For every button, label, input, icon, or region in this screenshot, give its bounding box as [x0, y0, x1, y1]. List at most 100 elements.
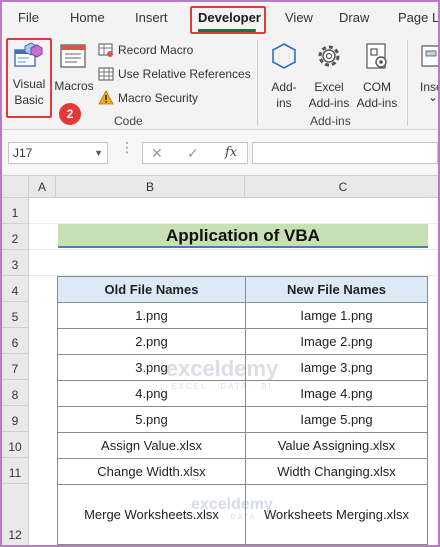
cancel-icon[interactable]: ✕	[151, 145, 163, 162]
row-header[interactable]: 8	[2, 380, 29, 406]
excel-add-ins-label-1: Excel	[314, 80, 344, 94]
tab-view[interactable]: View	[285, 10, 313, 25]
ribbon-panel: Visual Basic 2 Macros Record Macro Use R…	[2, 34, 439, 130]
add-ins-label-2: ins	[276, 96, 292, 110]
tab-insert[interactable]: Insert	[135, 10, 168, 25]
table-cell[interactable]: Worksheets Merging.xlsx	[245, 484, 428, 545]
group-separator	[257, 40, 258, 126]
group-separator	[407, 40, 408, 126]
tab-draw[interactable]: Draw	[339, 10, 369, 25]
record-macro-label: Record Macro	[118, 43, 194, 57]
dots-icon: ⋮	[120, 139, 134, 155]
select-all-corner[interactable]	[2, 176, 29, 198]
formula-bar: J17 ▼ ⋮ ✕ ✓ fx	[2, 130, 438, 176]
table-cell[interactable]: 5.png	[57, 406, 246, 433]
table-cell[interactable]: Iamge 1.png	[245, 302, 428, 329]
formula-controls: ✕ ✓ fx	[142, 142, 248, 164]
table-header-old[interactable]: Old File Names	[57, 276, 246, 303]
gridline	[29, 249, 438, 250]
insert-function-icon[interactable]: fx	[225, 145, 237, 160]
row-header[interactable]: 11	[2, 458, 29, 484]
insert-controls-button[interactable]: Inse ⌄	[414, 40, 439, 110]
table-row: Assign Value.xlsx Value Assigning.xlsx	[57, 432, 428, 459]
relative-references-label: Use Relative References	[118, 67, 251, 81]
add-ins-button[interactable]: Add- ins	[264, 40, 304, 110]
table-cell[interactable]: Image 2.png	[245, 328, 428, 355]
tab-developer[interactable]: Developer	[198, 10, 261, 25]
visual-basic-label-1: Visual	[12, 77, 46, 91]
table-row: 2.png Image 2.png	[57, 328, 428, 355]
tab-file[interactable]: File	[18, 10, 39, 25]
row-header[interactable]: 3	[2, 250, 29, 276]
table-row: Merge Worksheets.xlsx Worksheets Merging…	[57, 484, 428, 545]
excel-window: File Home Insert Developer View Draw Pag…	[0, 0, 440, 547]
gear-icon	[315, 42, 343, 75]
table-cell[interactable]: 4.png	[57, 380, 246, 407]
column-header-a[interactable]: A	[29, 176, 56, 198]
table-icon	[98, 67, 114, 81]
com-add-ins-label-1: COM	[363, 80, 391, 94]
macros-button[interactable]: Macros	[54, 40, 94, 100]
com-add-ins-button[interactable]: COM Add-ins	[354, 40, 400, 110]
sheet-title: Application of VBA	[58, 224, 428, 248]
macro-security-button[interactable]: Macro Security	[98, 88, 198, 108]
insert-controls-icon	[420, 42, 438, 75]
relative-references-button[interactable]: Use Relative References	[98, 64, 251, 84]
row-header[interactable]: 4	[2, 276, 29, 302]
column-header-c[interactable]: C	[245, 176, 438, 198]
row-header[interactable]: 9	[2, 406, 29, 432]
hexagon-icon	[270, 42, 298, 75]
table-cell[interactable]: Merge Worksheets.xlsx	[57, 484, 246, 545]
table-cell[interactable]: Width Changing.xlsx	[245, 458, 428, 485]
row-header[interactable]: 1	[2, 198, 29, 224]
com-addin-icon	[363, 42, 391, 77]
record-macro-button[interactable]: Record Macro	[98, 40, 193, 60]
table-row: 4.png Image 4.png	[57, 380, 428, 407]
table-row: 5.png Iamge 5.png	[57, 406, 428, 433]
tab-page-layout[interactable]: Page La	[398, 10, 438, 25]
table-cell[interactable]: Image 4.png	[245, 380, 428, 407]
macros-icon	[59, 42, 89, 75]
active-tab-underline	[198, 29, 256, 32]
tab-home[interactable]: Home	[70, 10, 105, 25]
table-cell[interactable]: Value Assigning.xlsx	[245, 432, 428, 459]
formula-input[interactable]	[252, 142, 438, 164]
row-header[interactable]: 2	[2, 224, 29, 250]
record-macro-icon	[98, 43, 113, 57]
column-header-b[interactable]: B	[56, 176, 245, 198]
table-header-row: Old File Names New File Names	[57, 276, 428, 303]
warning-icon	[98, 90, 114, 105]
add-ins-label-1: Add-	[271, 80, 297, 94]
table-cell[interactable]: Change Width.xlsx	[57, 458, 246, 485]
table-cell[interactable]: Iamge 5.png	[245, 406, 428, 433]
table-row: Change Width.xlsx Width Changing.xlsx	[57, 458, 428, 485]
add-ins-group-label: Add-ins	[310, 114, 351, 128]
row-header[interactable]: 7	[2, 354, 29, 380]
macros-label: Macros	[54, 79, 94, 93]
row-header[interactable]: 6	[2, 328, 29, 354]
ribbon-tabs: File Home Insert Developer View Draw Pag…	[2, 2, 438, 61]
chevron-down-icon[interactable]: ▼	[94, 143, 103, 163]
macro-security-label: Macro Security	[118, 91, 199, 105]
chevron-down-icon: ⌄	[428, 90, 439, 104]
table-cell[interactable]: Assign Value.xlsx	[57, 432, 246, 459]
table-cell[interactable]: 2.png	[57, 328, 246, 355]
name-box-value: J17	[13, 146, 33, 160]
table-cell[interactable]: 3.png	[57, 354, 246, 381]
excel-add-ins-button[interactable]: Excel Add-ins	[306, 40, 352, 110]
excel-add-ins-label-2: Add-ins	[308, 96, 350, 110]
table-header-new[interactable]: New File Names	[245, 276, 428, 303]
row-header[interactable]: 10	[2, 432, 29, 458]
step-badge-2: 2	[59, 103, 81, 125]
row-header[interactable]: 12	[2, 484, 29, 545]
visual-basic-button[interactable]: Visual Basic	[8, 40, 50, 116]
visual-basic-icon	[13, 42, 43, 73]
visual-basic-label-2: Basic	[14, 93, 44, 107]
row-header[interactable]: 5	[2, 302, 29, 328]
table-cell[interactable]: Iamge 3.png	[245, 354, 428, 381]
name-box[interactable]: J17 ▼	[8, 142, 108, 164]
enter-icon[interactable]: ✓	[187, 145, 199, 162]
table-row: 3.png Iamge 3.png	[57, 354, 428, 381]
table-cell[interactable]: 1.png	[57, 302, 246, 329]
file-names-table: Old File Names New File Names 1.png Iamg…	[57, 276, 428, 545]
